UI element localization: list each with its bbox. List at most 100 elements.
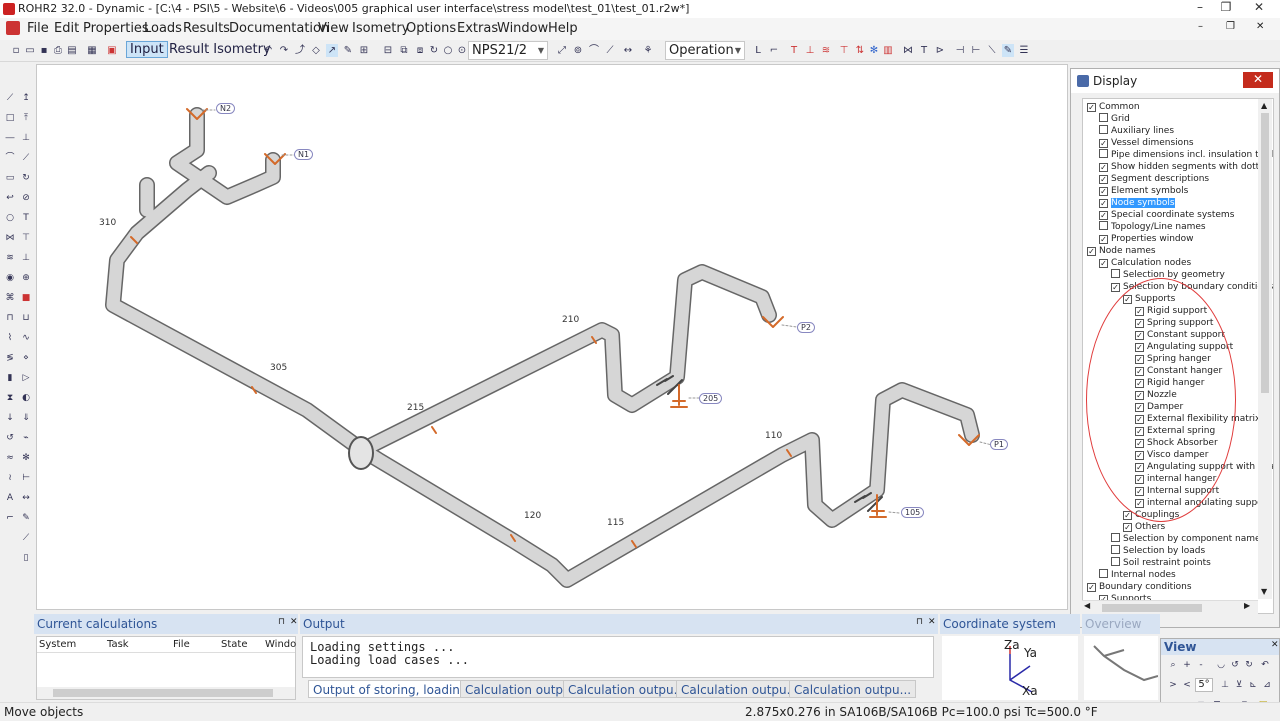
checkbox-unchecked-icon[interactable]: [1111, 269, 1120, 278]
tree-item[interactable]: Pipe dimensions incl. insulation thickne: [1099, 149, 1273, 161]
node-bubble-p2[interactable]: P2: [797, 322, 815, 333]
temp-tool-icon[interactable]: ⌁: [20, 432, 32, 444]
checkbox-unchecked-icon[interactable]: [1111, 533, 1120, 542]
node-label-115[interactable]: 115: [607, 518, 624, 528]
menu-extras[interactable]: Extras: [457, 21, 498, 36]
pump-tool-icon[interactable]: ◐: [20, 392, 32, 404]
slope-tool-icon[interactable]: ⟋: [20, 152, 32, 164]
rotate-icon[interactable]: ↻: [428, 44, 440, 57]
print-icon[interactable]: ⎙: [52, 44, 64, 57]
tilt-icon[interactable]: ↶: [1259, 659, 1271, 671]
new-file-icon[interactable]: ▫: [10, 44, 22, 57]
tab-output-storing[interactable]: Output of storing, loading...: [308, 680, 484, 698]
load-case-combo[interactable]: Operation ▼: [665, 41, 745, 60]
tab-calculation-output-1[interactable]: Calculation outp...: [460, 680, 580, 698]
pin-icon[interactable]: ⊓: [278, 617, 285, 627]
menu-results[interactable]: Results: [183, 21, 230, 36]
pan-left-icon[interactable]: <: [1181, 679, 1193, 691]
pan-right-icon[interactable]: >: [1167, 679, 1179, 691]
damper-tool-icon[interactable]: ⌘: [4, 292, 16, 304]
result-isometry-button[interactable]: Result Isometry: [169, 42, 271, 57]
scroll-left-icon[interactable]: ◀: [1084, 601, 1090, 610]
close-icon[interactable]: ✕: [928, 617, 936, 627]
guide-tool-icon[interactable]: ⊓: [4, 312, 16, 324]
tree-item[interactable]: ✓ Vessel dimensions: [1099, 137, 1194, 149]
tree-item[interactable]: ✓ Properties window: [1099, 233, 1194, 245]
tree-hscrollbar[interactable]: ◀ ▶: [1082, 600, 1258, 614]
elbow-tool-icon[interactable]: ↩: [4, 192, 16, 204]
mdi-minimize-button[interactable]: –: [1198, 21, 1203, 32]
tree-item[interactable]: ✓ Others: [1123, 521, 1165, 533]
record-icon[interactable]: ▣: [106, 44, 118, 57]
menu-isometry[interactable]: Isometry: [352, 21, 409, 36]
paste-icon[interactable]: ⧈: [414, 44, 426, 57]
table-red-icon[interactable]: ▥: [882, 44, 894, 57]
pipe-class-combo[interactable]: NPS21/2 ▼: [468, 41, 548, 60]
edit-pen-icon[interactable]: ✎: [1002, 44, 1014, 57]
node-bubble-n2[interactable]: N2: [216, 103, 236, 114]
mdi-close-button[interactable]: ✕: [1256, 21, 1264, 32]
pin-icon[interactable]: ⊓: [916, 617, 923, 627]
calc-hscroll-thumb[interactable]: [53, 689, 273, 697]
tee-tool-icon[interactable]: T: [20, 212, 32, 224]
tree-item[interactable]: ✓ Calculation nodes: [1099, 257, 1191, 269]
col-system[interactable]: System: [39, 637, 76, 653]
checkbox-unchecked-icon[interactable]: [1111, 545, 1120, 554]
hanger-tool-icon[interactable]: ⊥: [20, 252, 32, 264]
redo-icon[interactable]: ↷: [278, 44, 290, 57]
checkbox-checked-icon[interactable]: ✓: [1087, 247, 1096, 256]
zoom-in-icon[interactable]: +: [1181, 659, 1193, 671]
tab-calculation-output-4[interactable]: Calculation outpu...: [789, 680, 917, 698]
node-label-120[interactable]: 120: [524, 511, 541, 521]
rotate-right-icon[interactable]: ↻: [1243, 659, 1255, 671]
menu-view[interactable]: View: [318, 21, 349, 36]
tree-item[interactable]: ✓ Common: [1087, 101, 1140, 113]
save-icon[interactable]: ▪: [38, 44, 50, 57]
bar-tool-icon[interactable]: ▯: [20, 552, 32, 564]
slant-tool-icon[interactable]: ⟋: [20, 532, 32, 544]
node-bubble-105[interactable]: 105: [901, 507, 925, 518]
isometry-canvas[interactable]: 310 305 215 210 110 115 120 N2 N1 P2 205…: [36, 64, 1068, 610]
checkbox-checked-icon[interactable]: ✓: [1099, 235, 1108, 244]
compensator-tool-icon[interactable]: ⋄: [20, 352, 32, 364]
open-file-icon[interactable]: ▭: [24, 44, 36, 57]
moment-tool-icon[interactable]: ↺: [4, 432, 16, 444]
circle-tool-icon[interactable]: ⊘: [20, 192, 32, 204]
valve-tool-icon[interactable]: ⋈: [4, 232, 16, 244]
col-task[interactable]: Task: [107, 637, 129, 653]
input-mode-button[interactable]: Input: [126, 41, 168, 58]
draw-pipe-icon[interactable]: ⟋: [4, 92, 16, 104]
scroll-right-icon[interactable]: ▶: [1244, 601, 1250, 610]
tab-calculation-output-3[interactable]: Calculation outpu...: [676, 680, 804, 698]
preview-icon[interactable]: ▤: [66, 44, 78, 57]
force-tool-icon[interactable]: ⇓: [20, 412, 32, 424]
load-tool-icon[interactable]: ↓: [4, 412, 16, 424]
stop-tool-icon[interactable]: ⊔: [20, 312, 32, 324]
node-label-110[interactable]: 110: [765, 431, 782, 441]
menu-help[interactable]: Help: [548, 21, 578, 36]
tree-item[interactable]: Selection by loads: [1111, 545, 1205, 557]
pipe-model-drawing[interactable]: [37, 65, 1069, 611]
checkbox-checked-icon[interactable]: ✓: [1123, 511, 1132, 520]
tree-item[interactable]: ✓ Boundary conditions: [1087, 581, 1192, 593]
copy-icon[interactable]: ⧉: [398, 44, 410, 57]
spring-red-icon[interactable]: ≋: [820, 44, 832, 57]
checkbox-unchecked-icon[interactable]: [1099, 221, 1108, 230]
tab-calculation-output-2[interactable]: Calculation outpu...: [563, 680, 691, 698]
checkbox-checked-icon[interactable]: ✓: [1123, 523, 1132, 532]
checkbox-unchecked-icon[interactable]: [1099, 149, 1108, 158]
col-file[interactable]: File: [173, 637, 190, 653]
support-tool-icon[interactable]: ⊤: [20, 232, 32, 244]
orbit-icon[interactable]: ◡: [1215, 659, 1227, 671]
checkbox-unchecked-icon[interactable]: [1099, 125, 1108, 134]
link-icon[interactable]: ⤴: [294, 44, 306, 57]
checkbox-checked-icon[interactable]: ✓: [1087, 103, 1096, 112]
wave-tool-icon[interactable]: ∿: [20, 332, 32, 344]
tree-item[interactable]: Auxiliary lines: [1099, 125, 1174, 137]
rotate-tool-icon[interactable]: ↻: [20, 172, 32, 184]
arrow-up-icon[interactable]: ↥: [20, 92, 32, 104]
close-icon[interactable]: ✕: [290, 617, 298, 627]
bend-tool-icon[interactable]: ⌒: [4, 152, 16, 164]
spring-tool-icon[interactable]: ≋: [4, 252, 16, 264]
maximize-button[interactable]: ❐: [1216, 0, 1236, 16]
